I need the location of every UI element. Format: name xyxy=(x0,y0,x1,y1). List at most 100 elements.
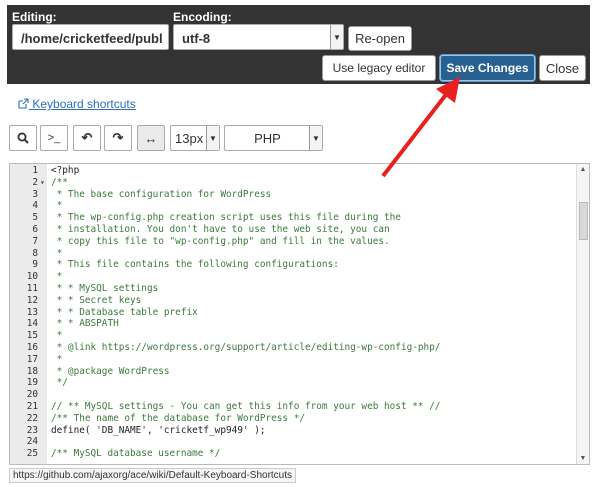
line-number: 9 xyxy=(32,259,38,271)
line-number: 2 xyxy=(32,176,38,188)
code-line: 5 * The wp-config.php creation script us… xyxy=(10,212,576,224)
code-line: 8 * xyxy=(10,248,576,260)
line-number: 16 xyxy=(26,341,38,353)
code-line: 4 * xyxy=(10,200,576,212)
line-number: 5 xyxy=(32,212,38,224)
chevron-down-icon: ▼ xyxy=(206,126,219,150)
code-text: * copy this file to "wp-config.php" and … xyxy=(51,235,390,247)
line-number: 4 xyxy=(32,200,38,212)
code-line: 3 * The base configuration for WordPress xyxy=(10,189,576,201)
line-number: 7 xyxy=(32,235,38,247)
encoding-label: Encoding: xyxy=(173,10,232,24)
save-changes-button[interactable]: Save Changes xyxy=(440,55,535,81)
code-line: 9 * This file contains the following con… xyxy=(10,259,576,271)
code-text: * @link https://wordpress.org/support/ar… xyxy=(51,341,441,353)
line-number: 12 xyxy=(26,294,38,306)
reopen-button[interactable]: Re-open xyxy=(348,26,412,51)
keyboard-shortcuts-link[interactable]: Keyboard shortcuts xyxy=(18,97,136,111)
code-lines: 1 <?php 2 ▾/** 3 * The base configuration fo… xyxy=(10,165,576,460)
line-number: 15 xyxy=(26,330,38,342)
code-text: // ** MySQL settings - You can get this … xyxy=(51,400,441,412)
status-url-tooltip: https://github.com/ajaxorg/ace/wiki/Defa… xyxy=(9,468,297,483)
line-number: 8 xyxy=(32,247,38,259)
code-line: 15 * xyxy=(10,330,576,342)
search-icon xyxy=(17,132,29,144)
scroll-up-icon[interactable]: ▲ xyxy=(577,166,589,173)
scroll-down-icon[interactable]: ▼ xyxy=(577,455,589,462)
code-text: /** MySQL database username */ xyxy=(51,448,221,460)
font-size-value: 13px xyxy=(175,130,204,146)
editing-label: Editing: xyxy=(12,10,57,24)
code-line: 13 * * Database table prefix xyxy=(10,307,576,319)
code-editor[interactable]: 1 <?php 2 ▾/** 3 * The base configuration fo… xyxy=(9,163,590,465)
external-link-icon xyxy=(18,98,29,109)
line-number: 19 xyxy=(26,377,38,389)
code-line: 22 /** The name of the database for WordP… xyxy=(10,413,576,425)
line-number: 3 xyxy=(32,188,38,200)
line-number: 14 xyxy=(26,318,38,330)
redo-icon: ↷ xyxy=(112,130,124,145)
code-text: * The base configuration for WordPress xyxy=(51,188,272,200)
code-text: * installation. You don't have to use th… xyxy=(51,223,390,235)
font-size-select[interactable]: 13px ▼ xyxy=(170,125,220,151)
code-line: 23 define( 'DB_NAME', 'cricketf_wp949' ); xyxy=(10,425,576,437)
code-line: 19 */ xyxy=(10,377,576,389)
code-line: 7 * copy this file to "wp-config.php" an… xyxy=(10,236,576,248)
scrollbar-thumb[interactable] xyxy=(579,202,588,240)
code-line: 1 <?php xyxy=(10,165,576,177)
code-text: * The wp-config.php creation script uses… xyxy=(51,212,401,224)
code-text: */ xyxy=(51,377,68,389)
line-number: 10 xyxy=(26,271,38,283)
code-line: 12 * * Secret keys xyxy=(10,295,576,307)
code-line: 17 * xyxy=(10,354,576,366)
code-text: * * MySQL settings xyxy=(51,282,159,294)
search-button[interactable] xyxy=(9,125,37,151)
code-text: define( 'DB_NAME', 'cricketf_wp949' ); xyxy=(51,424,266,436)
line-number: 13 xyxy=(26,306,38,318)
goto-line-button[interactable]: >_ xyxy=(40,125,68,151)
code-text: /** The name of the database for WordPre… xyxy=(51,412,305,424)
undo-button[interactable]: ↶ xyxy=(73,125,101,151)
line-number: 18 xyxy=(26,365,38,377)
mode-select[interactable]: PHP ▼ xyxy=(224,125,323,151)
code-line: 24 xyxy=(10,436,576,448)
close-button[interactable]: Close xyxy=(539,55,586,81)
code-text: * * ABSPATH xyxy=(51,318,119,330)
undo-icon: ↶ xyxy=(81,130,93,145)
code-line: 18 * @package WordPress xyxy=(10,366,576,378)
encoding-select[interactable]: utf-8 ▼ xyxy=(173,24,344,50)
code-text: /** xyxy=(51,176,68,188)
file-path-field[interactable]: /home/cricketfeed/publ xyxy=(12,24,169,50)
vertical-scrollbar[interactable]: ▲ ▼ xyxy=(576,164,589,464)
code-text: * * Database table prefix xyxy=(51,306,198,318)
mode-value: PHP xyxy=(254,130,281,146)
code-line: 14 * * ABSPATH xyxy=(10,318,576,330)
line-number: 23 xyxy=(26,424,38,436)
use-legacy-editor-button[interactable]: Use legacy editor xyxy=(322,55,436,81)
word-wrap-toggle[interactable]: ↔ xyxy=(137,125,165,151)
fold-toggle-icon[interactable]: ▾ xyxy=(40,177,49,189)
code-line: 20 xyxy=(10,389,576,401)
redo-button[interactable]: ↷ xyxy=(104,125,132,151)
code-text: * @package WordPress xyxy=(51,365,170,377)
line-number: 24 xyxy=(26,436,38,448)
